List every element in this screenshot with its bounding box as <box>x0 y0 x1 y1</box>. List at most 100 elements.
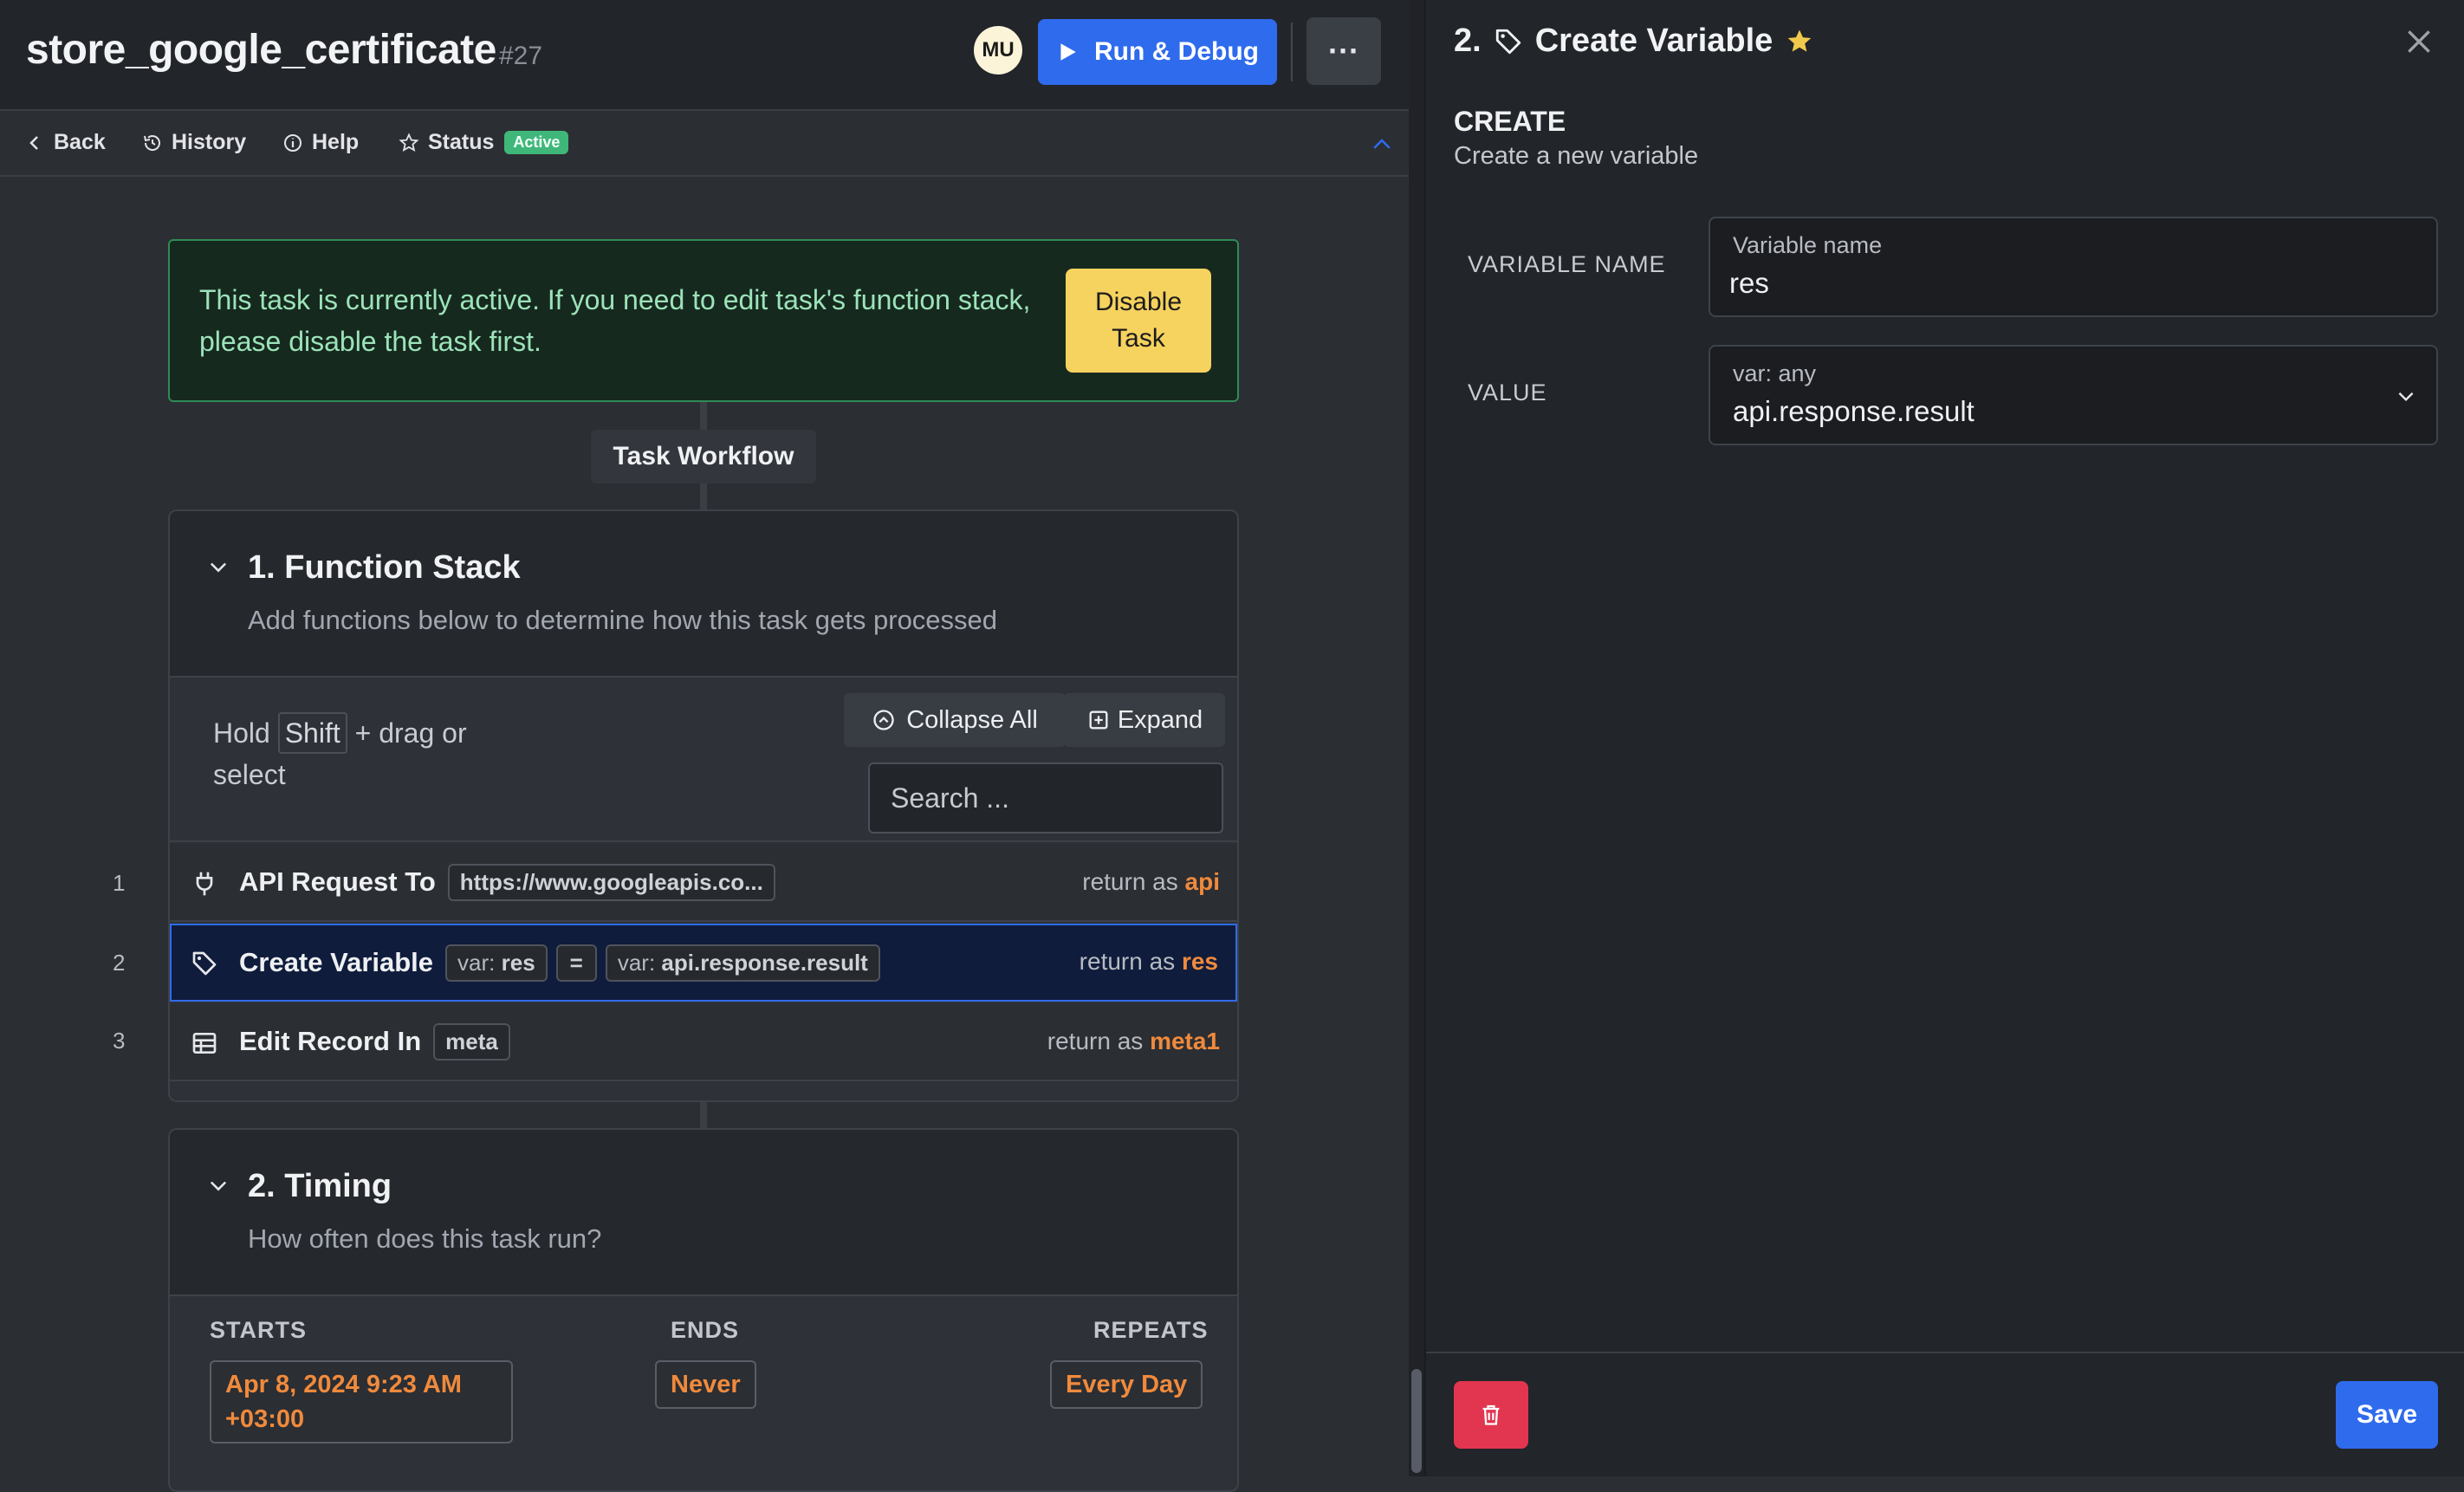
function-name: Create Variable <box>239 947 434 977</box>
function-row-edit-record[interactable]: Edit Record In meta return as meta1 <box>170 1003 1237 1081</box>
help-link[interactable]: Help <box>282 130 359 155</box>
panel-subheading: Create a new variable <box>1454 142 1699 170</box>
value-chip: var: api.response.result <box>605 944 880 982</box>
function-stack-description: Add functions below to determine how thi… <box>248 605 998 635</box>
table-chip: meta <box>433 1022 510 1061</box>
collapse-icon <box>873 710 894 730</box>
tag-icon <box>192 951 217 976</box>
starts-value[interactable]: Apr 8, 2024 9:23 AM +03:00 <box>210 1360 513 1443</box>
equals-chip: = <box>555 944 597 982</box>
help-label: Help <box>312 130 360 154</box>
play-icon <box>1060 43 1076 61</box>
starts-label: STARTS <box>210 1317 307 1343</box>
function-row-api-request[interactable]: API Request To https://www.googleapis.co… <box>170 844 1237 922</box>
chevron-down-icon[interactable] <box>2395 385 2417 407</box>
repeats-value[interactable]: Every Day <box>1050 1360 1203 1409</box>
disable-task-button[interactable]: Disable Task <box>1066 269 1211 373</box>
ends-value[interactable]: Never <box>655 1360 756 1409</box>
workflow-connector <box>700 1102 707 1128</box>
more-options-button[interactable]: ··· <box>1307 17 1381 85</box>
function-name: Edit Record In <box>239 1026 422 1056</box>
chevron-down-icon[interactable] <box>206 1173 230 1197</box>
return-as: return as api <box>1082 868 1220 896</box>
task-editor-pane: store_google_certificate #27 MU Run & De… <box>0 0 1409 1492</box>
function-row-content: Edit Record In meta <box>239 1003 510 1080</box>
variable-name-floating-label: Variable name <box>1733 232 1883 258</box>
chip-prefix: var: <box>617 949 656 976</box>
page-title: store_google_certificate <box>26 27 496 73</box>
expand-label: Expand <box>1117 705 1203 734</box>
chip-value: api.response.result <box>661 949 868 976</box>
value-label: VALUE <box>1468 379 1547 405</box>
return-variable: api <box>1184 868 1220 895</box>
history-link[interactable]: History <box>142 130 246 155</box>
star-icon[interactable] <box>1785 27 1814 56</box>
function-stack-card: 1. Function Stack Add functions below to… <box>168 509 1239 1102</box>
function-stack-toolbar: Hold Shift + drag or select Collapse All… <box>170 678 1237 842</box>
return-as-label: return as <box>1047 1028 1144 1054</box>
function-row-content: Create Variable var: res = var: api.resp… <box>239 925 880 1000</box>
hint-prefix: Hold <box>213 717 270 749</box>
chip-value: res <box>501 949 535 976</box>
collapse-all-button[interactable]: Collapse All <box>844 693 1066 747</box>
ends-label: ENDS <box>671 1317 740 1343</box>
function-row-create-variable[interactable]: Create Variable var: res = var: api.resp… <box>170 924 1237 1002</box>
chevron-down-icon[interactable] <box>206 555 230 579</box>
function-name: API Request To <box>239 866 436 897</box>
collapse-all-label: Collapse All <box>906 705 1038 734</box>
table-icon <box>192 1033 217 1054</box>
delete-button[interactable] <box>1454 1381 1528 1449</box>
row-number: 1 <box>113 870 126 896</box>
top-bar: store_google_certificate #27 MU Run & De… <box>0 0 1409 111</box>
alert-message: This task is currently active. If you ne… <box>199 284 1031 357</box>
task-id: #27 <box>499 42 543 70</box>
panel-heading: CREATE <box>1454 106 1566 137</box>
row-number: 3 <box>113 1028 126 1054</box>
info-icon <box>284 133 302 152</box>
back-link[interactable]: Back <box>24 130 106 155</box>
status-link[interactable]: Status Active <box>399 130 569 155</box>
return-variable: meta1 <box>1150 1028 1220 1054</box>
status-badge: Active <box>504 131 569 154</box>
drag-hint: Hold Shift + drag or select <box>213 712 542 795</box>
status-label: Status <box>428 130 495 154</box>
task-workflow-label: Task Workflow <box>591 430 816 483</box>
save-button[interactable]: Save <box>2336 1381 2438 1449</box>
function-stack-title: 1. Function Stack <box>248 549 521 586</box>
return-variable: res <box>1181 948 1218 975</box>
divider <box>1291 23 1293 81</box>
scrollbar-thumb[interactable] <box>1411 1369 1422 1473</box>
timing-header[interactable]: 2. Timing How often does this task run? <box>170 1130 1237 1296</box>
return-as: return as res <box>1080 948 1218 976</box>
variable-name-field[interactable]: Variable name res <box>1709 217 2438 317</box>
return-as: return as meta1 <box>1047 1028 1220 1055</box>
plug-icon <box>196 872 213 896</box>
history-icon <box>144 134 160 151</box>
left-scrollbar[interactable] <box>1409 0 1424 1476</box>
tag-icon <box>1495 29 1521 54</box>
expand-button[interactable]: Expand <box>1064 693 1225 747</box>
value-expression: api.response.result <box>1733 395 1974 427</box>
close-icon[interactable] <box>2402 24 2436 59</box>
expand-icon <box>1089 710 1108 730</box>
value-select[interactable]: var: any api.response.result <box>1709 345 2438 445</box>
function-stack-header[interactable]: 1. Function Stack Add functions below to… <box>170 511 1237 678</box>
task-nav: Back History Help Status Active <box>0 113 1409 177</box>
active-task-alert: This task is currently active. If you ne… <box>168 239 1239 402</box>
run-debug-label: Run & Debug <box>1094 37 1259 66</box>
return-as-label: return as <box>1079 948 1176 975</box>
panel-title: 2. Create Variable <box>1454 23 1814 60</box>
timing-card: 2. Timing How often does this task run? … <box>168 1128 1239 1492</box>
chevron-up-icon[interactable] <box>1369 132 1395 158</box>
panel-footer-divider <box>1426 1352 2464 1353</box>
panel-title-text: Create Variable <box>1534 23 1773 59</box>
avatar[interactable]: MU <box>974 26 1022 75</box>
function-search-input[interactable] <box>868 762 1223 834</box>
history-label: History <box>172 130 247 154</box>
run-debug-button[interactable]: Run & Debug <box>1038 19 1277 85</box>
variable-name-label: VARIABLE NAME <box>1468 251 1666 277</box>
panel-step: 2. <box>1454 23 1482 59</box>
url-chip: https://www.googleapis.co... <box>447 863 775 901</box>
value-type-label: var: any <box>1733 360 1817 386</box>
shift-key: Shift <box>277 712 347 754</box>
